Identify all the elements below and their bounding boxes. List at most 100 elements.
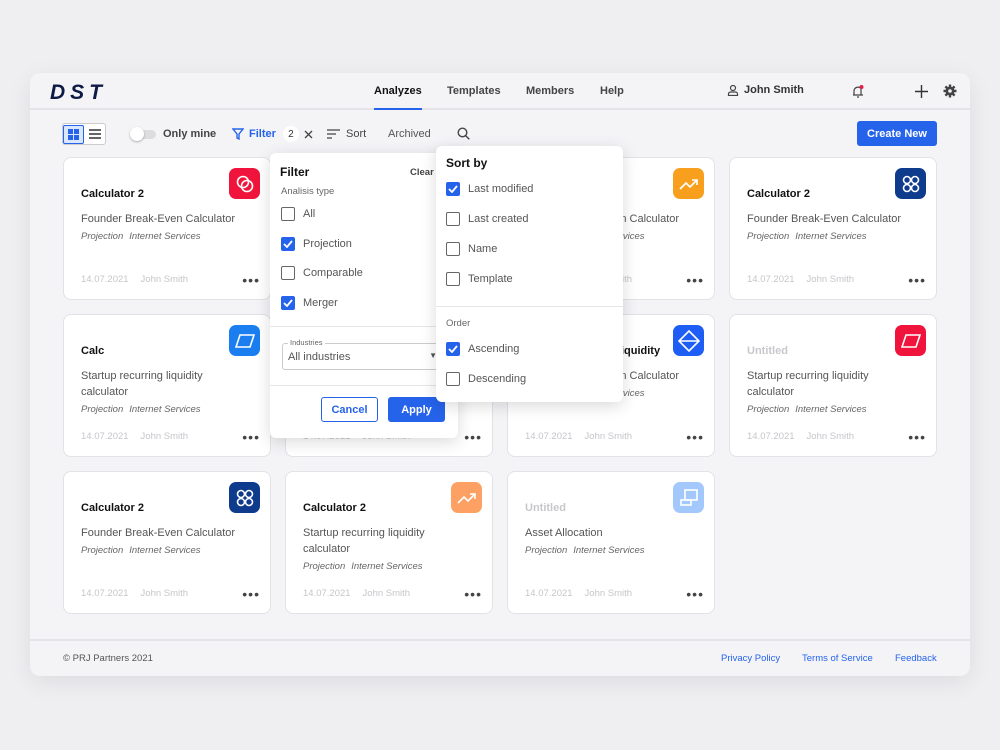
card-tag: Projection xyxy=(747,404,790,415)
terms-of-service-link[interactable]: Terms of Service xyxy=(802,653,873,664)
parallelogram-icon xyxy=(895,325,926,356)
cancel-button[interactable]: Cancel xyxy=(321,397,378,422)
card-date: 14.07.2021 xyxy=(303,588,351,599)
checkbox[interactable] xyxy=(281,266,295,280)
checkbox-last-modified[interactable]: Last modified xyxy=(446,182,533,196)
more-options-icon[interactable]: ••• xyxy=(686,273,704,287)
apply-button[interactable]: Apply xyxy=(388,397,445,422)
analysis-card[interactable]: Untitled Startup recurring liquidity cal… xyxy=(729,314,937,457)
filter-popup: Filter Clear Analisis type All Projection… xyxy=(270,153,458,438)
checkbox-last-created[interactable]: Last created xyxy=(446,212,529,226)
checkbox[interactable] xyxy=(446,242,460,256)
checkbox[interactable] xyxy=(446,342,460,356)
card-subtitle: Asset Allocation xyxy=(525,527,603,539)
analysis-card[interactable]: Calc Startup recurring liquidity calcula… xyxy=(63,314,271,457)
card-tag: Internet Services xyxy=(795,231,867,242)
filter-icon xyxy=(232,128,244,140)
order-label: Order xyxy=(446,318,471,329)
card-tag: Projection xyxy=(81,545,124,556)
more-options-icon[interactable]: ••• xyxy=(242,273,260,287)
search-icon[interactable] xyxy=(457,127,470,140)
user-menu[interactable]: John Smith xyxy=(727,84,804,96)
user-name: John Smith xyxy=(744,84,804,96)
card-author: John Smith xyxy=(140,588,189,599)
clear-filter-icon[interactable] xyxy=(304,130,313,139)
more-options-icon[interactable]: ••• xyxy=(686,430,704,444)
more-options-icon[interactable]: ••• xyxy=(908,273,926,287)
more-options-icon[interactable]: ••• xyxy=(686,587,704,601)
industries-select[interactable]: Industries All industries ▼ xyxy=(282,338,442,370)
analysis-card[interactable]: Untitled Asset Allocation Projection Inte… xyxy=(507,471,715,614)
analysis-card[interactable]: Calculator 2 Founder Break-Even Calculat… xyxy=(63,471,271,614)
privacy-policy-link[interactable]: Privacy Policy xyxy=(721,653,780,664)
tab-help[interactable]: Help xyxy=(600,85,624,97)
checkbox-merger[interactable]: Merger xyxy=(281,295,338,310)
checkbox-ascending[interactable]: Ascending xyxy=(446,342,519,356)
card-date: 14.07.2021 xyxy=(747,274,795,285)
list-view-button[interactable] xyxy=(84,125,105,144)
checkbox-label: Ascending xyxy=(468,343,520,355)
checkbox[interactable] xyxy=(446,272,460,286)
card-title: Calc xyxy=(81,345,105,357)
tab-analyzes[interactable]: Analyzes xyxy=(374,85,422,110)
tab-members[interactable]: Members xyxy=(526,85,574,97)
copyright: © PRJ Partners 2021 xyxy=(63,653,153,664)
card-author: John Smith xyxy=(584,431,633,442)
card-title: Calculator 2 xyxy=(747,188,810,200)
checkbox-descending[interactable]: Descending xyxy=(446,372,526,386)
only-mine-toggle[interactable]: Only mine xyxy=(130,123,216,145)
analysis-card[interactable]: Calculator 2 Founder Break-Even Calculat… xyxy=(729,157,937,300)
sort-popup: Sort by Last modified Last created Name Tem… xyxy=(436,146,623,402)
card-author: John Smith xyxy=(806,274,855,285)
card-subtitle: Startup recurring liquidity calculator xyxy=(747,370,869,398)
sort-button[interactable]: Sort xyxy=(327,123,366,145)
more-options-icon[interactable]: ••• xyxy=(242,430,260,444)
clear-button[interactable]: Clear xyxy=(410,167,434,178)
more-options-icon[interactable]: ••• xyxy=(908,430,926,444)
card-tag: Projection xyxy=(303,561,346,572)
parallelogram-icon xyxy=(229,325,260,356)
filter-button[interactable]: Filter 2 xyxy=(232,123,313,145)
circles-icon xyxy=(229,168,260,199)
card-tag: Projection xyxy=(747,231,790,242)
checkbox[interactable] xyxy=(446,212,460,226)
grid-view-button[interactable] xyxy=(63,124,84,144)
more-options-icon[interactable]: ••• xyxy=(242,587,260,601)
toggle-switch[interactable] xyxy=(130,126,156,141)
more-options-icon[interactable]: ••• xyxy=(464,587,482,601)
card-tag: Internet Services xyxy=(351,561,423,572)
checkbox-template[interactable]: Template xyxy=(446,272,513,286)
card-tag: Projection xyxy=(81,231,124,242)
checkbox-comparable[interactable]: Comparable xyxy=(281,266,363,280)
gear-icon[interactable] xyxy=(943,84,957,98)
bell-icon[interactable] xyxy=(851,84,865,99)
checkbox-name[interactable]: Name xyxy=(446,242,497,256)
card-date: 14.07.2021 xyxy=(81,431,129,442)
checkbox-projection[interactable]: Projection xyxy=(281,236,352,251)
checkbox[interactable] xyxy=(446,182,460,196)
checkbox-all[interactable]: All xyxy=(281,207,315,221)
checkbox-label: Descending xyxy=(468,373,527,385)
tab-templates[interactable]: Templates xyxy=(447,85,501,97)
checkbox[interactable] xyxy=(281,295,295,310)
checkbox-label: Last modified xyxy=(468,183,534,195)
trend-up-icon xyxy=(673,168,704,199)
feedback-link[interactable]: Feedback xyxy=(895,653,937,664)
app-window: DST Analyzes Templates Members Help John… xyxy=(30,73,970,676)
filter-count-badge: 2 xyxy=(282,126,299,142)
card-title: Calculator 2 xyxy=(303,502,366,514)
card-author: John Smith xyxy=(806,431,855,442)
plus-icon[interactable] xyxy=(914,84,929,99)
header: DST Analyzes Templates Members Help John… xyxy=(30,73,970,110)
checkbox[interactable] xyxy=(281,207,295,221)
archived-button[interactable]: Archived xyxy=(388,123,431,145)
checkbox[interactable] xyxy=(281,236,295,251)
create-new-button[interactable]: Create New xyxy=(857,121,937,146)
more-options-icon[interactable]: ••• xyxy=(464,430,482,444)
analysis-card[interactable]: Calculator 2 Startup recurring liquidity… xyxy=(285,471,493,614)
analysis-card[interactable]: Calculator 2 Founder Break-Even Calculat… xyxy=(63,157,271,300)
card-author: John Smith xyxy=(140,274,189,285)
card-date: 14.07.2021 xyxy=(525,588,573,599)
card-date: 14.07.2021 xyxy=(747,431,795,442)
checkbox[interactable] xyxy=(446,372,460,386)
